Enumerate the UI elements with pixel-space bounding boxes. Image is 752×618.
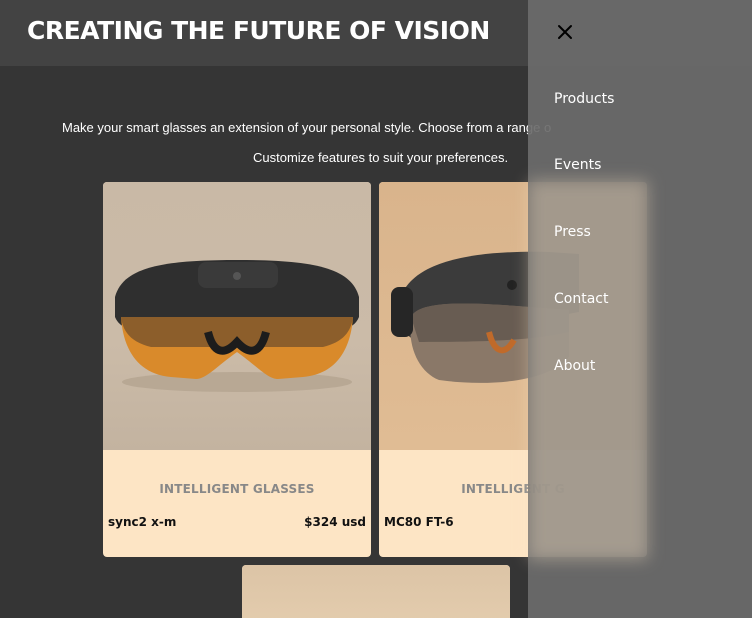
product-category: INTELLIGENT GLASSES — [159, 482, 315, 496]
product-card[interactable]: INTELLIGENT GLASSES sync2 x-m $324 usd — [103, 182, 371, 557]
page-title: CREATING THE FUTURE OF VISION — [27, 16, 490, 45]
close-icon[interactable] — [556, 23, 574, 41]
menu-item-press[interactable]: Press — [554, 224, 591, 240]
product-image — [103, 182, 371, 450]
product-card[interactable] — [242, 565, 510, 618]
product-name: sync2 x-m — [108, 515, 177, 529]
product-price: $324 usd — [304, 515, 366, 529]
menu-item-about[interactable]: About — [554, 358, 595, 374]
product-name: MC80 FT-6 — [384, 515, 454, 529]
menu-item-products[interactable]: Products — [554, 91, 614, 107]
menu-item-contact[interactable]: Contact — [554, 291, 608, 307]
product-image — [242, 565, 510, 618]
menu-item-events[interactable]: Events — [554, 157, 601, 173]
